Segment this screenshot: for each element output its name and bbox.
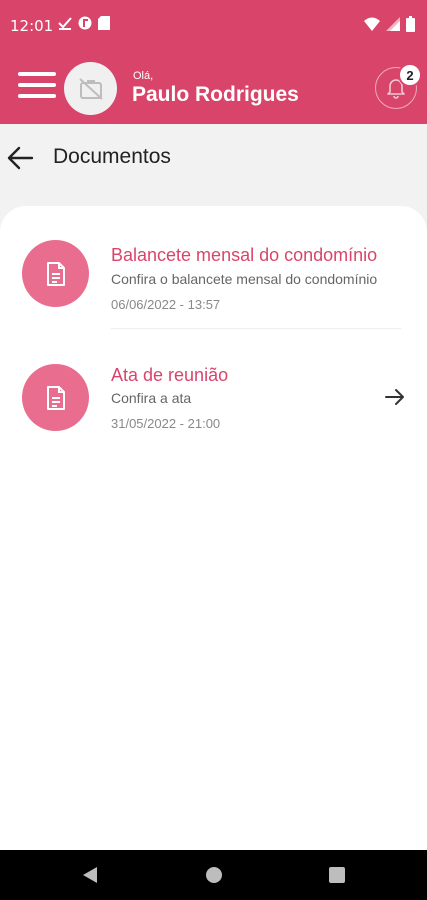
document-date: 06/06/2022 - 13:57 bbox=[111, 297, 221, 312]
check-download-icon bbox=[58, 16, 72, 35]
hamburger-line bbox=[18, 72, 56, 76]
open-document-button[interactable] bbox=[384, 386, 406, 408]
status-time: 12:01 bbox=[10, 17, 54, 35]
documents-list: Balancete mensal do condomínio Confira o… bbox=[0, 206, 427, 850]
app-header: Olá, Paulo Rodrigues 2 bbox=[0, 52, 427, 124]
nav-home-button[interactable] bbox=[189, 850, 239, 900]
document-title: Ata de reunião bbox=[111, 365, 229, 385]
user-name: Paulo Rodrigues bbox=[132, 83, 299, 106]
page-title: Documentos bbox=[53, 145, 171, 168]
divider bbox=[111, 328, 401, 329]
document-item[interactable]: Balancete mensal do condomínio Confira o… bbox=[0, 222, 427, 332]
avatar[interactable] bbox=[64, 62, 117, 115]
no-photo-icon bbox=[78, 77, 103, 100]
page-header: Documentos bbox=[0, 124, 427, 204]
document-icon-circle bbox=[22, 240, 89, 307]
arrow-left-icon bbox=[7, 146, 34, 170]
hamburger-line bbox=[18, 94, 56, 98]
document-description: Confira a ata bbox=[111, 390, 192, 406]
document-icon bbox=[46, 261, 65, 286]
nav-back-button[interactable] bbox=[65, 850, 115, 900]
status-bar: 12:01 bbox=[0, 0, 427, 52]
home-circle-icon bbox=[206, 867, 222, 883]
document-icon-circle bbox=[22, 364, 89, 431]
document-item[interactable]: Ata de reunião Confira a ata 31/05/2022 … bbox=[0, 346, 427, 456]
status-right-icons bbox=[364, 16, 415, 37]
hamburger-line bbox=[18, 83, 56, 87]
back-triangle-icon bbox=[83, 867, 97, 883]
signal-icon bbox=[386, 17, 400, 36]
circle-app-icon bbox=[78, 16, 92, 35]
notification-count-badge: 2 bbox=[398, 63, 422, 87]
document-date: 31/05/2022 - 21:00 bbox=[111, 416, 221, 431]
battery-icon bbox=[406, 16, 415, 37]
system-nav-bar bbox=[0, 850, 427, 900]
document-icon bbox=[46, 385, 65, 410]
back-button[interactable] bbox=[6, 144, 34, 172]
sd-card-icon bbox=[98, 16, 110, 35]
document-title: Balancete mensal do condomínio bbox=[111, 245, 378, 265]
recents-square-icon bbox=[329, 867, 345, 883]
menu-button[interactable] bbox=[18, 72, 56, 102]
wifi-icon bbox=[364, 17, 380, 36]
nav-recents-button[interactable] bbox=[312, 850, 362, 900]
arrow-right-icon bbox=[385, 389, 404, 405]
document-description: Confira o balancete mensal do condomínio bbox=[111, 271, 378, 287]
greeting-text: Olá, bbox=[133, 70, 154, 82]
status-left-icons bbox=[58, 16, 110, 35]
